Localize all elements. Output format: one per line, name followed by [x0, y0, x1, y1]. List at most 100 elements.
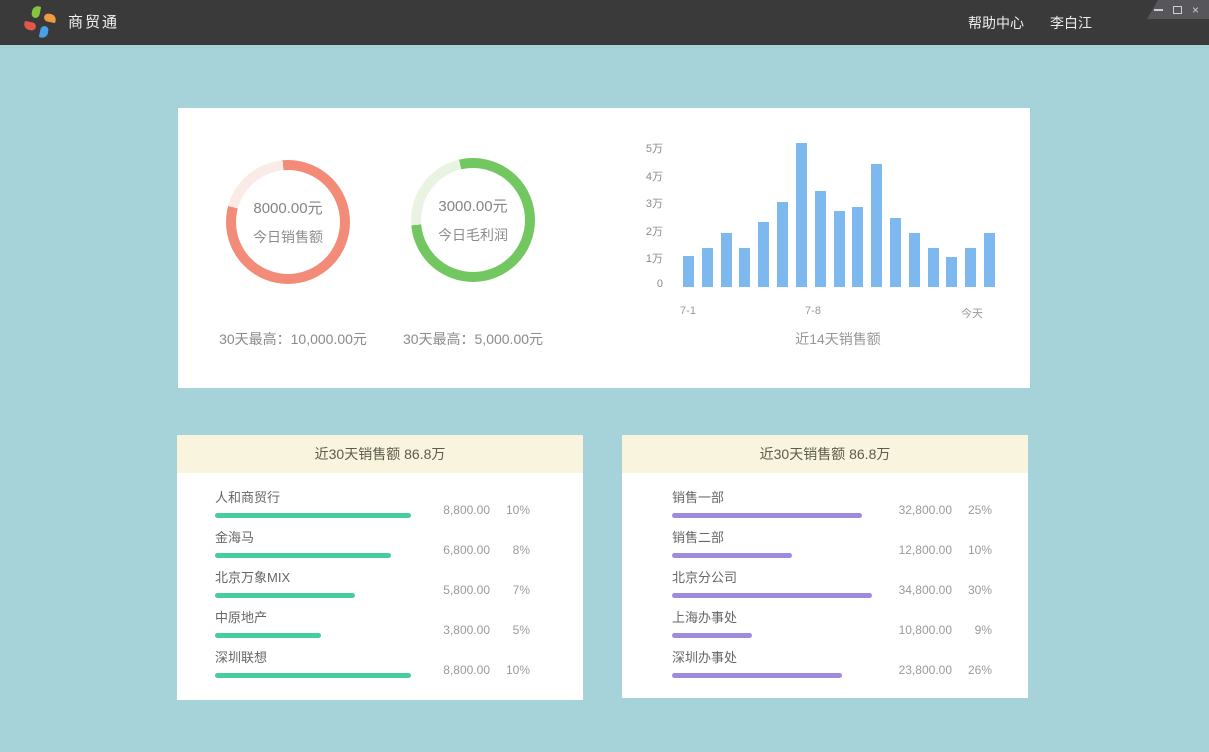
item-bar-track: [215, 513, 415, 518]
item-values: 8,800.00 10%: [416, 663, 530, 677]
item-bar: [215, 633, 321, 638]
x-tick-7-1: 7-1: [671, 305, 705, 317]
y-tick: 5万: [646, 140, 663, 156]
item-values: 34,800.00 30%: [878, 583, 992, 597]
list-item: 中原地产 3,800.00 5%: [215, 609, 559, 638]
list-item: 上海办事处 10,800.00 9%: [672, 609, 1004, 638]
item-bar: [215, 673, 411, 678]
user-name-menu[interactable]: 李白江: [1050, 13, 1092, 33]
list-item: 北京万象MIX 5,800.00 7%: [215, 569, 559, 598]
item-amount: 8,800.00: [416, 503, 490, 517]
item-bar-track: [672, 553, 872, 558]
item-percent: 5%: [490, 623, 530, 637]
bar: [928, 248, 939, 287]
list-item: 北京分公司 34,800.00 30%: [672, 569, 1004, 598]
today-summary-card: 8000.00元 今日销售额 30天最高：10,000.00元 3000.00元…: [178, 108, 1030, 388]
item-values: 8,800.00 10%: [416, 503, 530, 517]
list-item: 销售二部 12,800.00 10%: [672, 529, 1004, 558]
bar: [965, 248, 976, 287]
y-tick: 3万: [646, 195, 663, 211]
customer-sales-list: 人和商贸行 8,800.00 10% 金海马 6,800.00 8%: [177, 473, 583, 678]
item-bar-track: [215, 633, 415, 638]
today-profit-30day-max: 30天最高：5,000.00元: [358, 329, 588, 349]
item-amount: 8,800.00: [416, 663, 490, 677]
bar: [890, 218, 901, 287]
item-amount: 10,800.00: [878, 623, 952, 637]
item-bar-track: [672, 513, 872, 518]
item-amount: 23,800.00: [878, 663, 952, 677]
item-percent: 8%: [490, 543, 530, 557]
item-bar: [672, 633, 752, 638]
list-item: 销售一部 32,800.00 25%: [672, 489, 1004, 518]
item-bar-track: [672, 593, 872, 598]
item-percent: 10%: [490, 503, 530, 517]
item-percent: 30%: [952, 583, 992, 597]
app-title: 商贸通: [68, 0, 119, 45]
item-percent: 9%: [952, 623, 992, 637]
item-bar-track: [672, 633, 872, 638]
item-amount: 6,800.00: [416, 543, 490, 557]
minimize-icon[interactable]: [1154, 9, 1163, 11]
x-tick-today: 今天: [955, 305, 989, 321]
bar: [777, 202, 788, 287]
department-sales-list: 销售一部 32,800.00 25% 销售二部 12,800.00 10%: [622, 473, 1028, 678]
logo-petal-orange: [43, 13, 56, 23]
item-bar: [672, 673, 842, 678]
bar: [702, 248, 713, 287]
item-amount: 32,800.00: [878, 503, 952, 517]
chart-y-axis: 5万 4万 3万 2万 1万 0: [616, 140, 663, 290]
customer-sales-card: 近30天销售额 86.8万 人和商贸行 8,800.00 10% 金海马 6,8…: [177, 435, 583, 700]
bar: [815, 191, 826, 287]
item-values: 23,800.00 26%: [878, 663, 992, 677]
sales-bars: [683, 137, 995, 287]
list-item: 人和商贸行 8,800.00 10%: [215, 489, 559, 518]
bar: [721, 233, 732, 287]
item-bar: [672, 593, 872, 598]
item-bar-track: [215, 593, 415, 598]
maximize-icon[interactable]: [1173, 6, 1182, 14]
titlebar: 商贸通 帮助中心 李白江 ×: [0, 0, 1209, 45]
item-values: 5,800.00 7%: [416, 583, 530, 597]
item-bar: [215, 593, 355, 598]
item-amount: 5,800.00: [416, 583, 490, 597]
bar: [796, 143, 807, 287]
department-sales-card-title: 近30天销售额 86.8万: [622, 435, 1028, 473]
item-values: 32,800.00 25%: [878, 503, 992, 517]
app-logo-pinwheel-icon: [27, 9, 54, 36]
y-tick: 1万: [646, 250, 663, 266]
item-percent: 7%: [490, 583, 530, 597]
y-tick: 0: [657, 278, 663, 290]
item-bar-track: [215, 553, 415, 558]
item-percent: 25%: [952, 503, 992, 517]
item-amount: 12,800.00: [878, 543, 952, 557]
bar: [946, 257, 957, 287]
item-values: 10,800.00 9%: [878, 623, 992, 637]
bar: [683, 256, 694, 287]
today-profit-donut: 3000.00元 今日毛利润: [411, 158, 535, 282]
help-center-link[interactable]: 帮助中心: [968, 13, 1024, 33]
item-bar: [672, 553, 792, 558]
list-item: 深圳办事处 23,800.00 26%: [672, 649, 1004, 678]
item-values: 3,800.00 5%: [416, 623, 530, 637]
bar: [758, 222, 769, 287]
close-icon[interactable]: ×: [1192, 5, 1199, 15]
item-values: 6,800.00 8%: [416, 543, 530, 557]
bar: [984, 233, 995, 287]
today-sales-donut: 8000.00元 今日销售额: [226, 160, 350, 284]
bar: [909, 233, 920, 287]
item-bar: [215, 513, 411, 518]
bar: [871, 164, 882, 287]
logo-petal-red: [23, 21, 36, 31]
item-bar: [215, 553, 391, 558]
y-tick: 4万: [646, 168, 663, 184]
chart-title: 近14天销售额: [718, 329, 958, 349]
department-sales-card: 近30天销售额 86.8万 销售一部 32,800.00 25% 销售二部 12…: [622, 435, 1028, 698]
item-bar-track: [215, 673, 415, 678]
item-values: 12,800.00 10%: [878, 543, 992, 557]
customer-sales-card-title: 近30天销售额 86.8万: [177, 435, 583, 473]
today-sales-label: 今日销售额: [253, 227, 323, 247]
item-percent: 10%: [952, 543, 992, 557]
app-window: 商贸通 帮助中心 李白江 × 8000.00元 今日销售额 30天最高：10,0…: [0, 0, 1209, 752]
today-profit-label: 今日毛利润: [438, 225, 508, 245]
item-percent: 10%: [490, 663, 530, 677]
